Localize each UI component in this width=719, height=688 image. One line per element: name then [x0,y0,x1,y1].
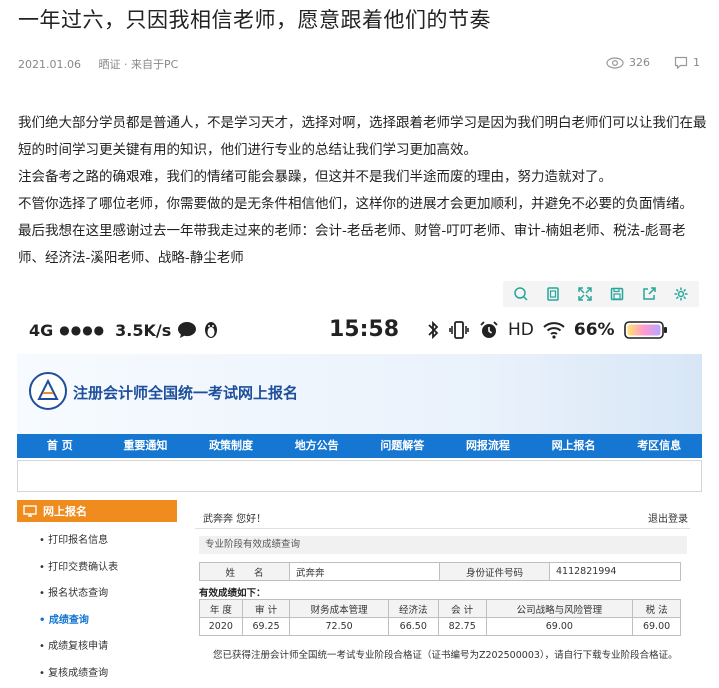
copy-icon[interactable] [543,284,563,304]
view-count-value: 326 [629,56,650,69]
network-speed: 3.5K/s [115,320,172,340]
comment-icon [674,56,688,69]
column-header: 会 计 [437,599,487,618]
score-table: 年 度 审 计 财务成本管理 经济法 会 计 公司战略与风险管理 税 法 202… [199,599,681,636]
network-type: 4G [29,320,54,340]
site-banner: 注册会计师全国统一考试网上报名 [17,354,702,442]
comment-count[interactable]: 1 [674,56,700,69]
battery-icon [623,321,667,339]
table-cell: 72.50 [289,617,389,636]
sidebar-item-print-registration[interactable]: • 打印报名信息 [39,528,177,555]
column-header: 税 法 [632,599,681,618]
article-date: 2021.01.06 [18,58,81,71]
nav-process[interactable]: 网报流程 [445,434,531,458]
save-icon[interactable] [607,284,627,304]
nav-notices[interactable]: 重要通知 [103,434,189,458]
article-meta: 2021.01.06 晒证 · 来自于PC [18,56,192,72]
alarm-icon [480,321,498,338]
view-count: 326 [606,56,650,69]
table-cell: 82.75 [437,617,487,636]
hd-indicator: HD [508,320,534,340]
table-header-row: 年 度 审 计 财务成本管理 经济法 会 计 公司战略与风险管理 税 法 [199,599,681,618]
logout-link[interactable]: 退出登录 [648,510,688,525]
effective-scores-label: 有效成绩如下： [199,588,266,599]
divider [195,528,690,529]
table-cell: 69.00 [632,617,681,636]
nav-faq[interactable]: 问题解答 [360,434,446,458]
article-paragraph: 我们绝大部分学员都是普通人，不是学习天才，选择对啊，选择跟着老师学习是因为我们明… [18,115,707,158]
id-value: 4112821994 [549,562,681,581]
name-value: 武奔奔 [289,562,440,581]
column-header: 审 计 [241,599,291,618]
article-paragraph: 注会备考之路的确艰难，我们的情绪可能会暴躁，但这并不是我们半途而废的理由，努力造… [18,169,612,185]
sidebar-header-label: 网上报名 [43,505,87,518]
settings-icon[interactable] [671,284,691,304]
user-greeting: 武奔奔 您好！ [203,514,267,525]
cicpa-logo [29,372,67,410]
vibrate-icon [449,321,469,339]
id-label: 身份证件号码 [439,562,550,581]
sidebar-item-print-payment[interactable]: • 打印交费确认表 [39,555,177,582]
candidate-info-table: 姓 名 武奔奔 身份证件号码 4112821994 [199,562,681,581]
wifi-icon [543,322,565,339]
sidebar-item-status-query[interactable]: • 报名状态查询 [39,581,177,608]
main-nav: 首 页 重要通知 政策制度 地方公告 问题解答 网报流程 网上报名 考区信息 [17,434,702,458]
sidebar-item-score-query[interactable]: • 成绩查询 [39,608,177,635]
article-paragraph: 最后我想在这里感谢过去一年带我走过来的老师：会计-老岳老师、财管-叮叮老师、审计… [18,223,686,266]
bluetooth-icon [428,320,439,340]
nav-local-announcements[interactable]: 地方公告 [274,434,360,458]
column-header: 年 度 [199,599,243,618]
column-header: 公司战略与风险管理 [485,599,634,618]
column-header: 经济法 [387,599,439,618]
battery-percent: 66% [573,320,615,340]
nav-policy[interactable]: 政策制度 [188,434,274,458]
monitor-icon [23,505,37,517]
clock: 15:58 [329,317,400,342]
table-cell: 69.00 [485,617,634,636]
article-paragraph: 不管你选择了哪位老师，你需要做的是无条件相信他们，这样你的进展才会更加顺利，并避… [18,196,693,212]
article-body: 我们绝大部分学员都是普通人，不是学习天才，选择对啊，选择跟着老师学习是因为我们明… [18,110,708,272]
penguin-icon [205,322,218,338]
chat-bubble-icon [178,322,197,338]
main-panel: 武奔奔 您好！ 退出登录 专业阶段有效成绩查询 姓 名 武奔奔 身份证件号码 4… [185,500,702,688]
nav-home[interactable]: 首 页 [17,434,103,458]
expand-icon[interactable] [575,284,595,304]
signal-icon: ●●●● [59,323,106,337]
share-icon[interactable] [639,284,659,304]
comment-count-value: 1 [693,56,700,69]
table-cell: 66.50 [387,617,439,636]
sidebar-item-review-query[interactable]: • 复核成绩查询 [39,661,177,688]
nav-exam-area[interactable]: 考区信息 [616,434,702,458]
sidebar-item-review-apply[interactable]: • 成绩复核申请 [39,634,177,661]
table-cell: 69.25 [241,617,291,636]
certificate-notice: 您已获得注册会计师全国统一考试专业阶段合格证（证书编号为Z202500003），… [213,650,678,661]
column-header: 财务成本管理 [289,599,389,618]
article-source: 晒证 · 来自于PC [98,58,179,71]
sidebar-header: 网上报名 [17,500,177,522]
nav-online-registration[interactable]: 网上报名 [531,434,617,458]
search-input[interactable] [17,460,702,492]
table-cell: 2020 [199,617,243,636]
sidebar: 网上报名 • 打印报名信息 • 打印交费确认表 • 报名状态查询 • 成绩查询 … [17,500,177,688]
section-title: 专业阶段有效成绩查询 [199,536,687,554]
phone-statusbar: 4G ●●●● 3.5K/s 15:58 HD 66% [17,314,702,352]
search-icon[interactable] [511,284,531,304]
site-title: 注册会计师全国统一考试网上报名 [73,384,299,402]
eye-icon [606,56,624,69]
table-row: 2020 69.25 72.50 66.50 82.75 69.00 69.00 [199,617,681,636]
image-toolbar [503,281,699,307]
name-label: 姓 名 [199,562,290,581]
embedded-screenshot: 4G ●●●● 3.5K/s 15:58 HD 66% 注册会计师全国统一考试网… [17,314,702,688]
article-title: 一年过六，只因我相信老师，愿意跟着他们的节奏 [18,8,491,32]
